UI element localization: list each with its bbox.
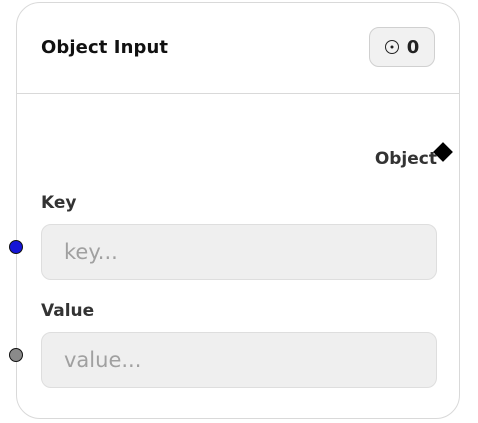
object-input-node[interactable]: Object Input 0 Object Key Value [16, 2, 460, 419]
output-label: Object [374, 149, 437, 169]
value-input[interactable] [41, 332, 437, 388]
key-input-handle-icon[interactable] [9, 240, 23, 254]
key-label: Key [41, 193, 77, 213]
circle-dot-icon [384, 40, 399, 54]
value-label: Value [41, 301, 95, 321]
key-input[interactable] [41, 224, 437, 280]
badge-count: 0 [406, 36, 420, 58]
node-header: Object Input 0 [17, 3, 459, 94]
node-title: Object Input [41, 37, 169, 58]
value-input-handle-icon[interactable] [9, 348, 23, 362]
count-badge[interactable]: 0 [369, 27, 435, 67]
